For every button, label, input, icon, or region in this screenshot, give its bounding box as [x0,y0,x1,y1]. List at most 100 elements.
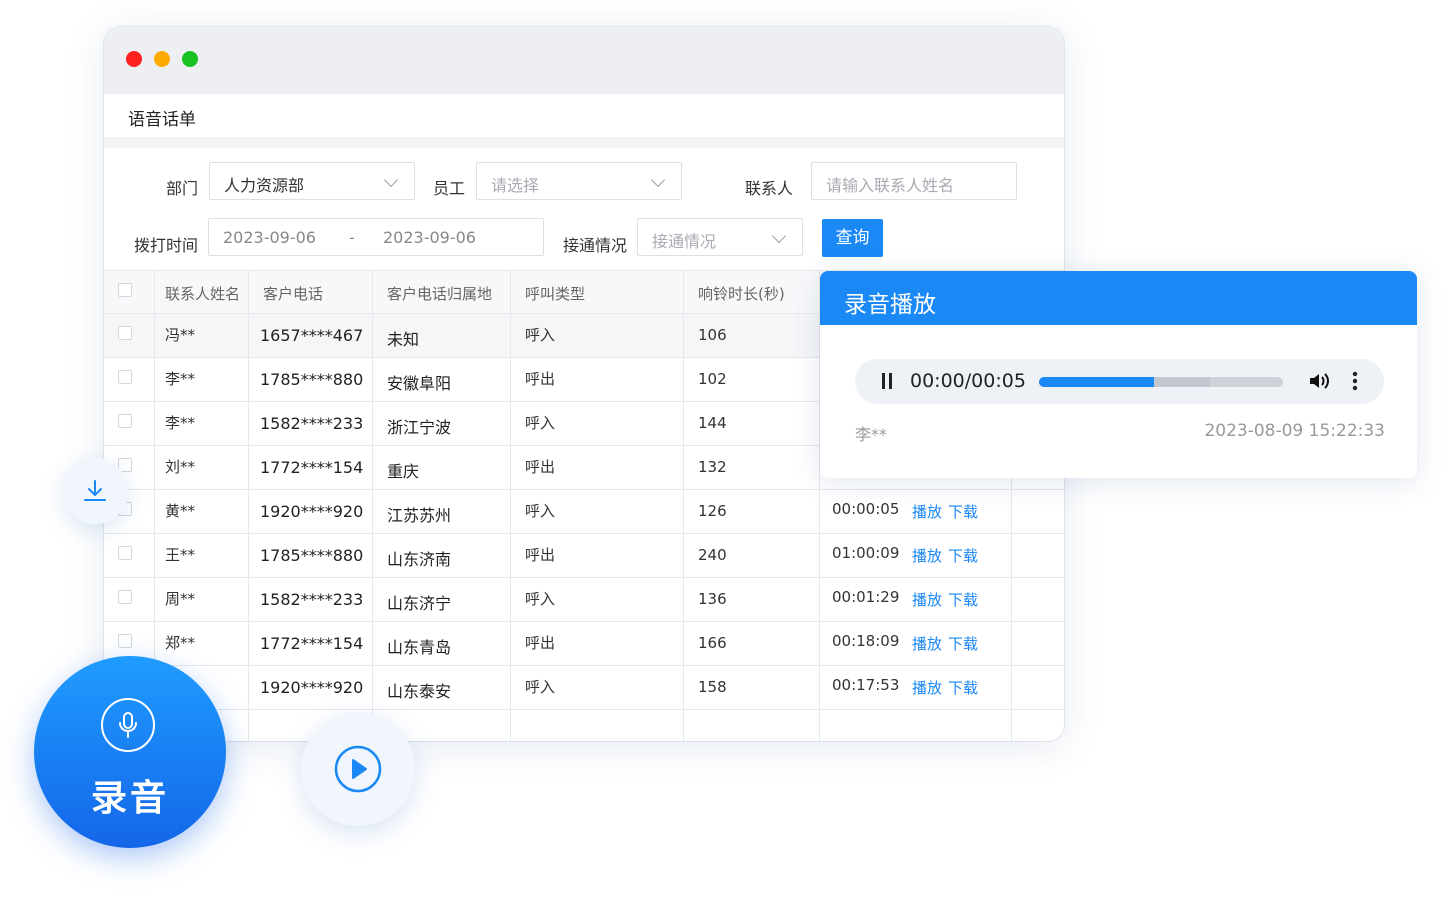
contact-name-cell: 黄** [165,502,196,520]
row-checkbox[interactable] [118,414,132,428]
phone-cell: 1920****920 [260,502,364,521]
contact-label: 联系人 [745,179,794,198]
phone-cell: 1772****154 [260,634,364,653]
row-checkbox[interactable] [118,370,132,384]
location-cell: 江苏苏州 [387,506,452,525]
play-link[interactable]: 播放 [912,545,942,566]
ring-duration-cell: 166 [698,634,727,652]
department-label: 部门 [166,179,199,198]
call-type-cell: 呼入 [525,590,556,608]
download-link[interactable]: 下载 [948,501,978,522]
volume-icon[interactable] [1308,372,1330,395]
contact-name-cell: 李** [165,414,196,432]
contact-input[interactable]: 请输入联系人姓名 [811,162,1017,200]
contact-name-cell: 郑** [165,634,196,652]
call-type-cell: 呼入 [525,326,556,344]
phone-cell: 1772****154 [260,458,364,477]
row-checkbox[interactable] [118,634,132,648]
minimize-window-button[interactable] [154,51,170,67]
select-all-checkbox[interactable] [118,283,132,297]
date-end[interactable]: 2023-09-06 [383,228,476,247]
play-link[interactable]: 播放 [912,589,942,610]
ring-duration-cell: 240 [698,546,727,564]
call-type-cell: 呼入 [525,678,556,696]
contact-name-cell: 冯** [165,326,196,344]
table-row: 王** 1785****880 山东济南 呼出 240 01:00:09 播放 下载 [104,534,1064,578]
chevron-down-icon [650,172,666,188]
table-row-empty [104,710,1064,741]
download-link[interactable]: 下载 [948,677,978,698]
play-link[interactable]: 播放 [912,633,942,654]
call-type-cell: 呼入 [525,414,556,432]
call-duration-cell: 00:00:05 [832,500,900,518]
ring-duration-cell: 136 [698,590,727,608]
call-duration-cell: 00:18:09 [832,632,900,650]
phone-cell: 1785****880 [260,546,364,565]
date-start[interactable]: 2023-09-06 [223,228,316,247]
microphone-icon [101,698,155,752]
contact-placeholder: 请输入联系人姓名 [826,176,955,195]
call-duration-cell: 01:00:09 [832,544,900,562]
contact-name-cell: 李** [165,370,196,388]
recording-contact-name: 李** [855,425,888,444]
employee-label: 员工 [433,179,466,198]
table-row: 黄** 1920****920 江苏苏州 呼入 126 00:00:05 播放 下载 [104,490,1064,534]
playback-time: 00:00/00:05 [910,370,1026,392]
contact-name-cell: 刘** [165,458,196,476]
phone-cell: 1920****920 [260,678,364,697]
close-window-button[interactable] [126,51,142,67]
contact-name-cell: 周** [165,590,196,608]
column-header[interactable]: 客户电话归属地 [387,283,492,304]
department-value: 人力资源部 [224,176,305,195]
call-type-cell: 呼入 [525,502,556,520]
play-link[interactable]: 播放 [912,677,942,698]
audio-player: 00:00/00:05 [855,359,1384,404]
row-checkbox[interactable] [118,546,132,560]
date-range-picker[interactable]: 2023-09-06 - 2023-09-06 [208,218,544,256]
row-checkbox[interactable] [118,326,132,340]
play-link[interactable]: 播放 [912,501,942,522]
section-header: 语音话单 [104,94,1064,148]
play-floating-button[interactable] [301,712,415,826]
call-type-cell: 呼出 [525,370,556,388]
call-type-cell: 呼出 [525,634,556,652]
call-type-cell: 呼出 [525,458,556,476]
table-row: 郑** 1772****154 山东青岛 呼出 166 00:18:09 播放 下载 [104,622,1064,666]
panel-title: 录音播放 [844,292,936,318]
record-badge[interactable]: 录音 [34,656,226,848]
ring-duration-cell: 132 [698,458,727,476]
chevron-down-icon [771,228,787,244]
progress-track[interactable] [1039,377,1283,387]
call-duration-cell: 00:17:53 [832,676,900,694]
column-header[interactable]: 响铃时长(秒) [698,283,785,304]
status-label: 接通情况 [563,236,628,255]
more-vertical-icon[interactable] [1352,371,1358,396]
status-select[interactable]: 接通情况 [637,218,803,256]
column-header[interactable]: 呼叫类型 [525,283,585,304]
column-header[interactable]: 联系人姓名 [165,283,240,304]
maximize-window-button[interactable] [182,51,198,67]
status-placeholder: 接通情况 [652,232,717,251]
row-checkbox[interactable] [118,590,132,604]
phone-cell: 1657****467 [260,326,364,345]
page-title: 语音话单 [128,110,196,130]
download-icon [84,480,106,501]
employee-select[interactable]: 请选择 [476,162,682,200]
pause-icon[interactable] [882,373,892,389]
recording-datetime: 2023-08-09 15:22:33 [1204,421,1385,441]
download-floating-button[interactable] [62,458,128,524]
column-header[interactable]: 客户电话 [263,283,323,304]
query-button[interactable]: 查询 [822,219,883,257]
ring-duration-cell: 102 [698,370,727,388]
download-link[interactable]: 下载 [948,633,978,654]
ring-duration-cell: 144 [698,414,727,432]
panel-header: 录音播放 [820,271,1417,325]
contact-name-cell: 王** [165,546,196,564]
download-link[interactable]: 下载 [948,589,978,610]
play-icon [334,745,382,793]
department-select[interactable]: 人力资源部 [209,162,415,200]
location-cell: 浙江宁波 [387,418,452,437]
window-titlebar [104,27,1064,94]
location-cell: 未知 [387,330,420,349]
download-link[interactable]: 下载 [948,545,978,566]
